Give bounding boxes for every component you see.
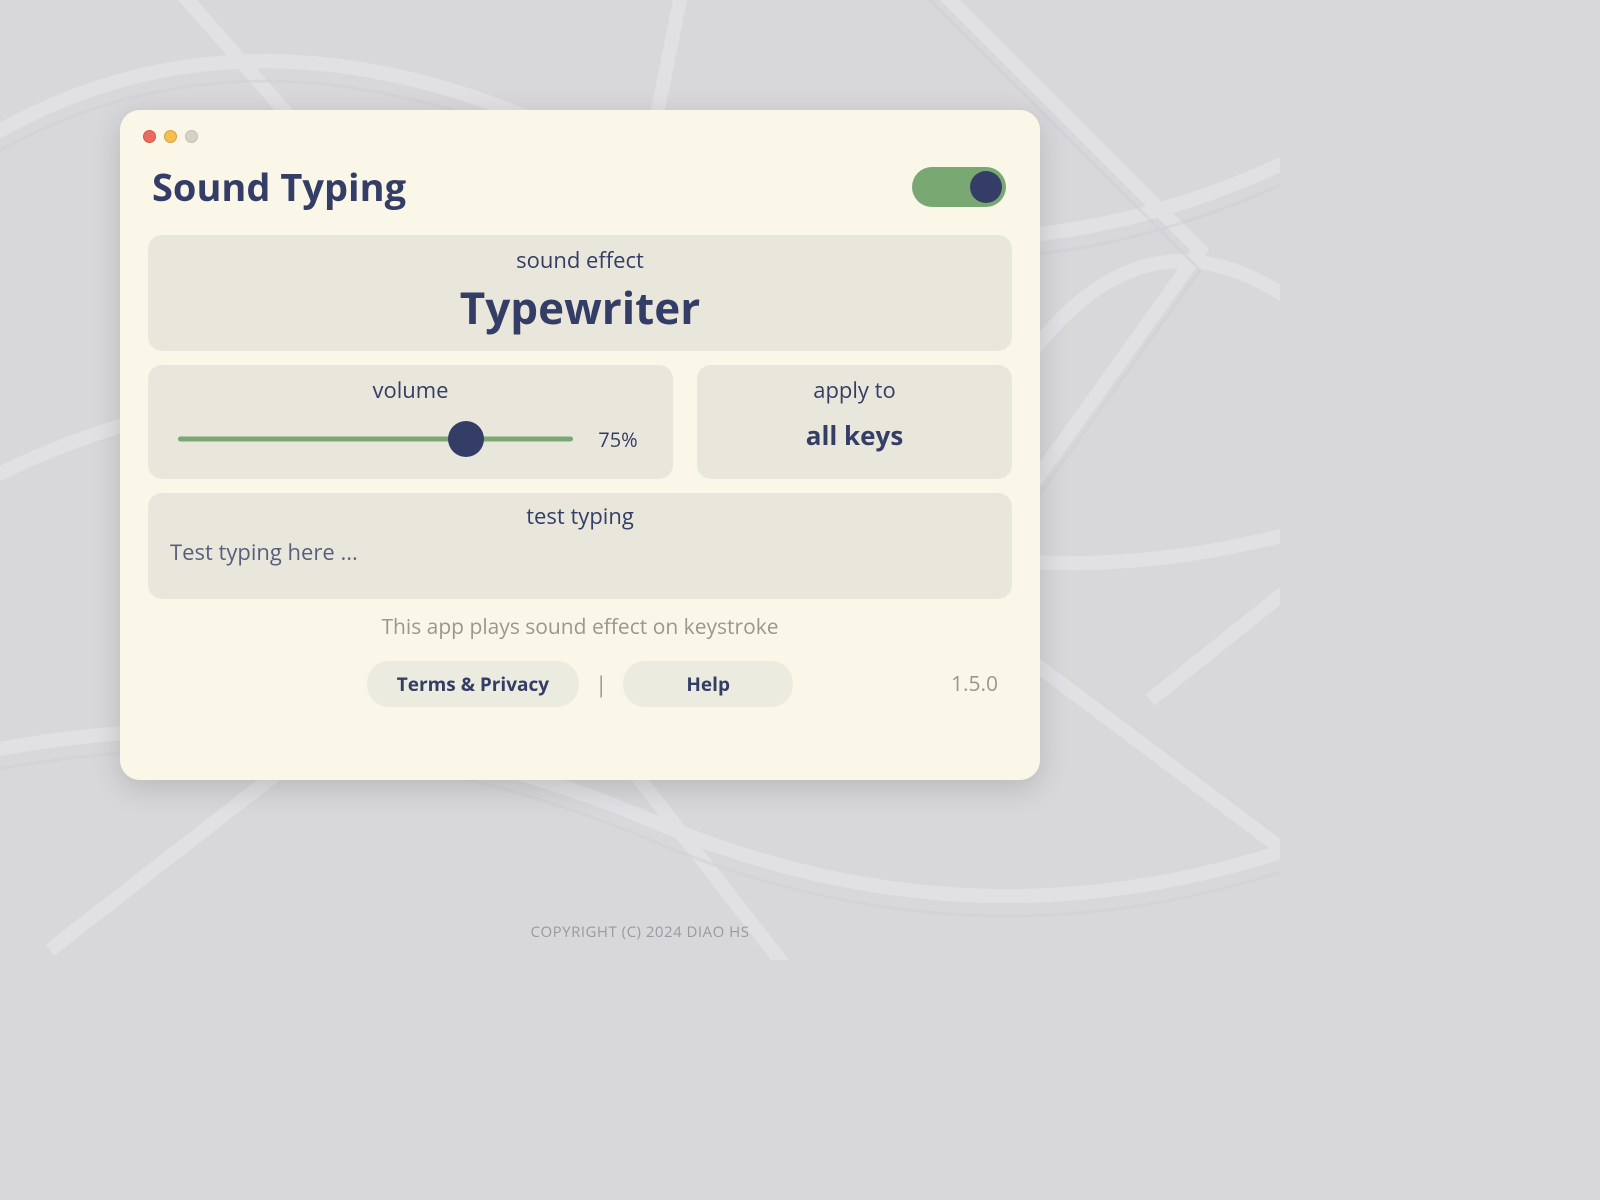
apply-to-panel[interactable]: apply to all keys <box>697 365 1012 479</box>
sound-effect-panel[interactable]: sound effect Typewriter <box>148 235 1012 351</box>
apply-to-value: all keys <box>717 417 992 453</box>
apply-to-label: apply to <box>717 375 992 405</box>
sound-effect-label: sound effect <box>168 245 992 275</box>
minimize-icon[interactable] <box>164 130 177 143</box>
copyright-text: COPYRIGHT (C) 2024 DIAO HS <box>0 922 1280 942</box>
slider-track <box>178 437 573 442</box>
slider-thumb[interactable] <box>448 421 484 457</box>
enable-toggle[interactable] <box>912 167 1006 207</box>
version-label: 1.5.0 <box>951 670 998 698</box>
sound-effect-value: Typewriter <box>168 277 992 337</box>
app-subtitle: This app plays sound effect on keystroke <box>138 613 1022 641</box>
volume-readout: 75% <box>593 426 643 453</box>
maximize-icon[interactable] <box>185 130 198 143</box>
terms-privacy-button[interactable]: Terms & Privacy <box>367 661 579 707</box>
test-typing-input[interactable] <box>170 537 990 567</box>
window-controls <box>138 128 1022 143</box>
app-title: Sound Typing <box>152 161 406 213</box>
close-icon[interactable] <box>143 130 156 143</box>
app-window: Sound Typing sound effect Typewriter vol… <box>120 110 1040 780</box>
test-typing-label: test typing <box>170 501 990 531</box>
toggle-knob <box>970 171 1002 203</box>
footer-separator: | <box>595 669 607 699</box>
volume-panel: volume 75% <box>148 365 673 479</box>
help-button[interactable]: Help <box>623 661 793 707</box>
test-typing-panel: test typing <box>148 493 1012 599</box>
volume-label: volume <box>178 375 643 405</box>
volume-slider[interactable] <box>178 421 573 457</box>
